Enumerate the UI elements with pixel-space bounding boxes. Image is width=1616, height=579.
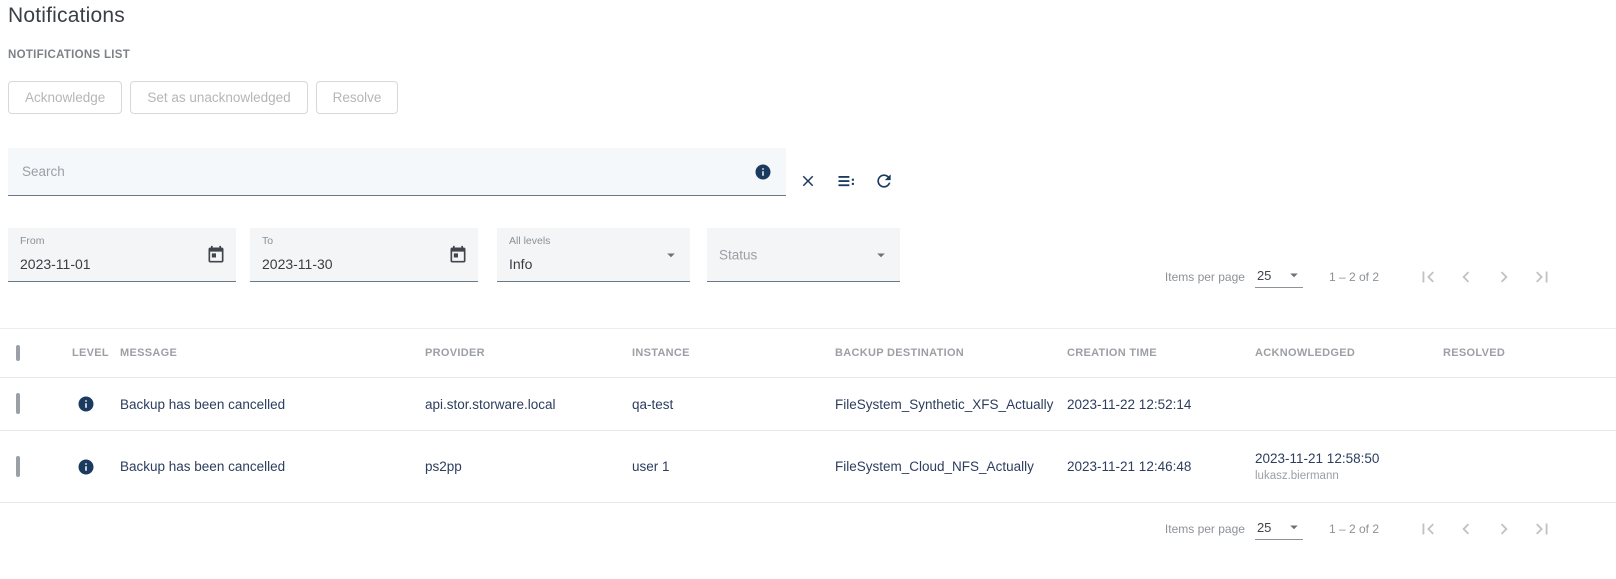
- status-select[interactable]: Status: [707, 228, 900, 282]
- paginator-range: 1 – 2 of 2: [1329, 522, 1379, 536]
- page-size-value: 25: [1257, 520, 1271, 535]
- column-header-instance: INSTANCE: [624, 347, 827, 359]
- filter-columns-icon[interactable]: [834, 169, 858, 193]
- message-cell: Backup has been cancelled: [112, 459, 417, 474]
- select-all-checkbox[interactable]: [16, 345, 20, 361]
- paginator-top: Items per page 25 1 – 2 of 2: [1165, 262, 1553, 292]
- chevron-down-icon: [872, 246, 890, 264]
- column-header-acknowledged: ACKNOWLEDGED: [1247, 347, 1435, 359]
- page-size-value: 25: [1257, 268, 1271, 283]
- table-row[interactable]: Backup has been cancelled api.stor.storw…: [0, 378, 1616, 431]
- table-header-row: LEVEL MESSAGE PROVIDER INSTANCE BACKUP D…: [0, 328, 1616, 378]
- set-unacknowledged-button[interactable]: Set as unacknowledged: [130, 81, 307, 114]
- search-placeholder: Search: [22, 164, 754, 179]
- first-page-icon[interactable]: [1417, 518, 1439, 540]
- search-actions: [796, 169, 896, 193]
- last-page-icon[interactable]: [1531, 518, 1553, 540]
- column-header-provider: PROVIDER: [417, 347, 624, 359]
- chevron-down-icon: [1285, 518, 1303, 536]
- provider-cell: api.stor.storware.local: [417, 397, 624, 412]
- column-header-level: LEVEL: [56, 347, 112, 359]
- last-page-icon[interactable]: [1531, 266, 1553, 288]
- status-select-placeholder: Status: [719, 247, 757, 262]
- notifications-table: LEVEL MESSAGE PROVIDER INSTANCE BACKUP D…: [0, 328, 1616, 503]
- page-title: Notifications: [8, 4, 125, 28]
- column-header-resolved: RESOLVED: [1435, 347, 1616, 359]
- instance-cell: user 1: [624, 459, 827, 474]
- section-label: NOTIFICATIONS LIST: [8, 49, 130, 61]
- first-page-icon[interactable]: [1417, 266, 1439, 288]
- calendar-icon[interactable]: [448, 245, 468, 265]
- acknowledged-by: lukasz.biermann: [1255, 470, 1435, 482]
- search-input[interactable]: Search: [8, 148, 786, 196]
- items-per-page-label: Items per page: [1165, 522, 1245, 536]
- creation-time-cell: 2023-11-21 12:46:48: [1059, 459, 1247, 474]
- column-header-message: MESSAGE: [112, 347, 417, 359]
- calendar-icon[interactable]: [206, 245, 226, 265]
- chevron-right-icon[interactable]: [1493, 266, 1515, 288]
- close-icon[interactable]: [796, 169, 820, 193]
- date-from-value: 2023-11-01: [20, 256, 91, 272]
- table-row[interactable]: Backup has been cancelled ps2pp user 1 F…: [0, 431, 1616, 503]
- chevron-down-icon: [662, 246, 680, 264]
- paginator-range: 1 – 2 of 2: [1329, 270, 1379, 284]
- info-level-icon: [77, 395, 95, 413]
- paginator-bottom: Items per page 25 1 – 2 of 2: [1165, 514, 1553, 544]
- chevron-right-icon[interactable]: [1493, 518, 1515, 540]
- message-cell: Backup has been cancelled: [112, 397, 417, 412]
- instance-cell: qa-test: [624, 397, 827, 412]
- acknowledge-button[interactable]: Acknowledge: [8, 81, 122, 114]
- column-header-backup-destination: BACKUP DESTINATION: [827, 347, 1059, 359]
- level-select-value: Info: [509, 256, 532, 272]
- backup-destination-cell: FileSystem_Synthetic_XFS_Actually: [827, 397, 1059, 412]
- acknowledged-cell: 2023-11-21 12:58:50 lukasz.biermann: [1247, 451, 1435, 482]
- chevron-left-icon[interactable]: [1455, 518, 1477, 540]
- chevron-left-icon[interactable]: [1455, 266, 1477, 288]
- info-level-icon: [77, 458, 95, 476]
- column-header-creation-time: CREATION TIME: [1059, 347, 1247, 359]
- page-size-select[interactable]: 25: [1255, 518, 1303, 540]
- page-size-select[interactable]: 25: [1255, 266, 1303, 288]
- chevron-down-icon: [1285, 266, 1303, 284]
- date-from-label: From: [20, 235, 45, 247]
- date-from-field[interactable]: From 2023-11-01: [8, 228, 236, 282]
- date-to-field[interactable]: To 2023-11-30: [250, 228, 478, 282]
- action-toolbar: Acknowledge Set as unacknowledged Resolv…: [8, 81, 398, 114]
- row-checkbox[interactable]: [16, 456, 20, 477]
- refresh-icon[interactable]: [872, 169, 896, 193]
- provider-cell: ps2pp: [417, 459, 624, 474]
- items-per-page-label: Items per page: [1165, 270, 1245, 284]
- date-to-value: 2023-11-30: [262, 256, 333, 272]
- resolve-button[interactable]: Resolve: [316, 81, 399, 114]
- date-to-label: To: [262, 235, 273, 247]
- level-select[interactable]: All levels Info: [497, 228, 690, 282]
- level-select-label: All levels: [509, 235, 550, 247]
- info-icon[interactable]: [754, 163, 772, 181]
- backup-destination-cell: FileSystem_Cloud_NFS_Actually: [827, 459, 1059, 474]
- notifications-page: Notifications NOTIFICATIONS LIST Acknowl…: [0, 0, 1616, 579]
- acknowledged-time: 2023-11-21 12:58:50: [1255, 451, 1435, 466]
- row-checkbox[interactable]: [16, 393, 20, 414]
- creation-time-cell: 2023-11-22 12:52:14: [1059, 397, 1247, 412]
